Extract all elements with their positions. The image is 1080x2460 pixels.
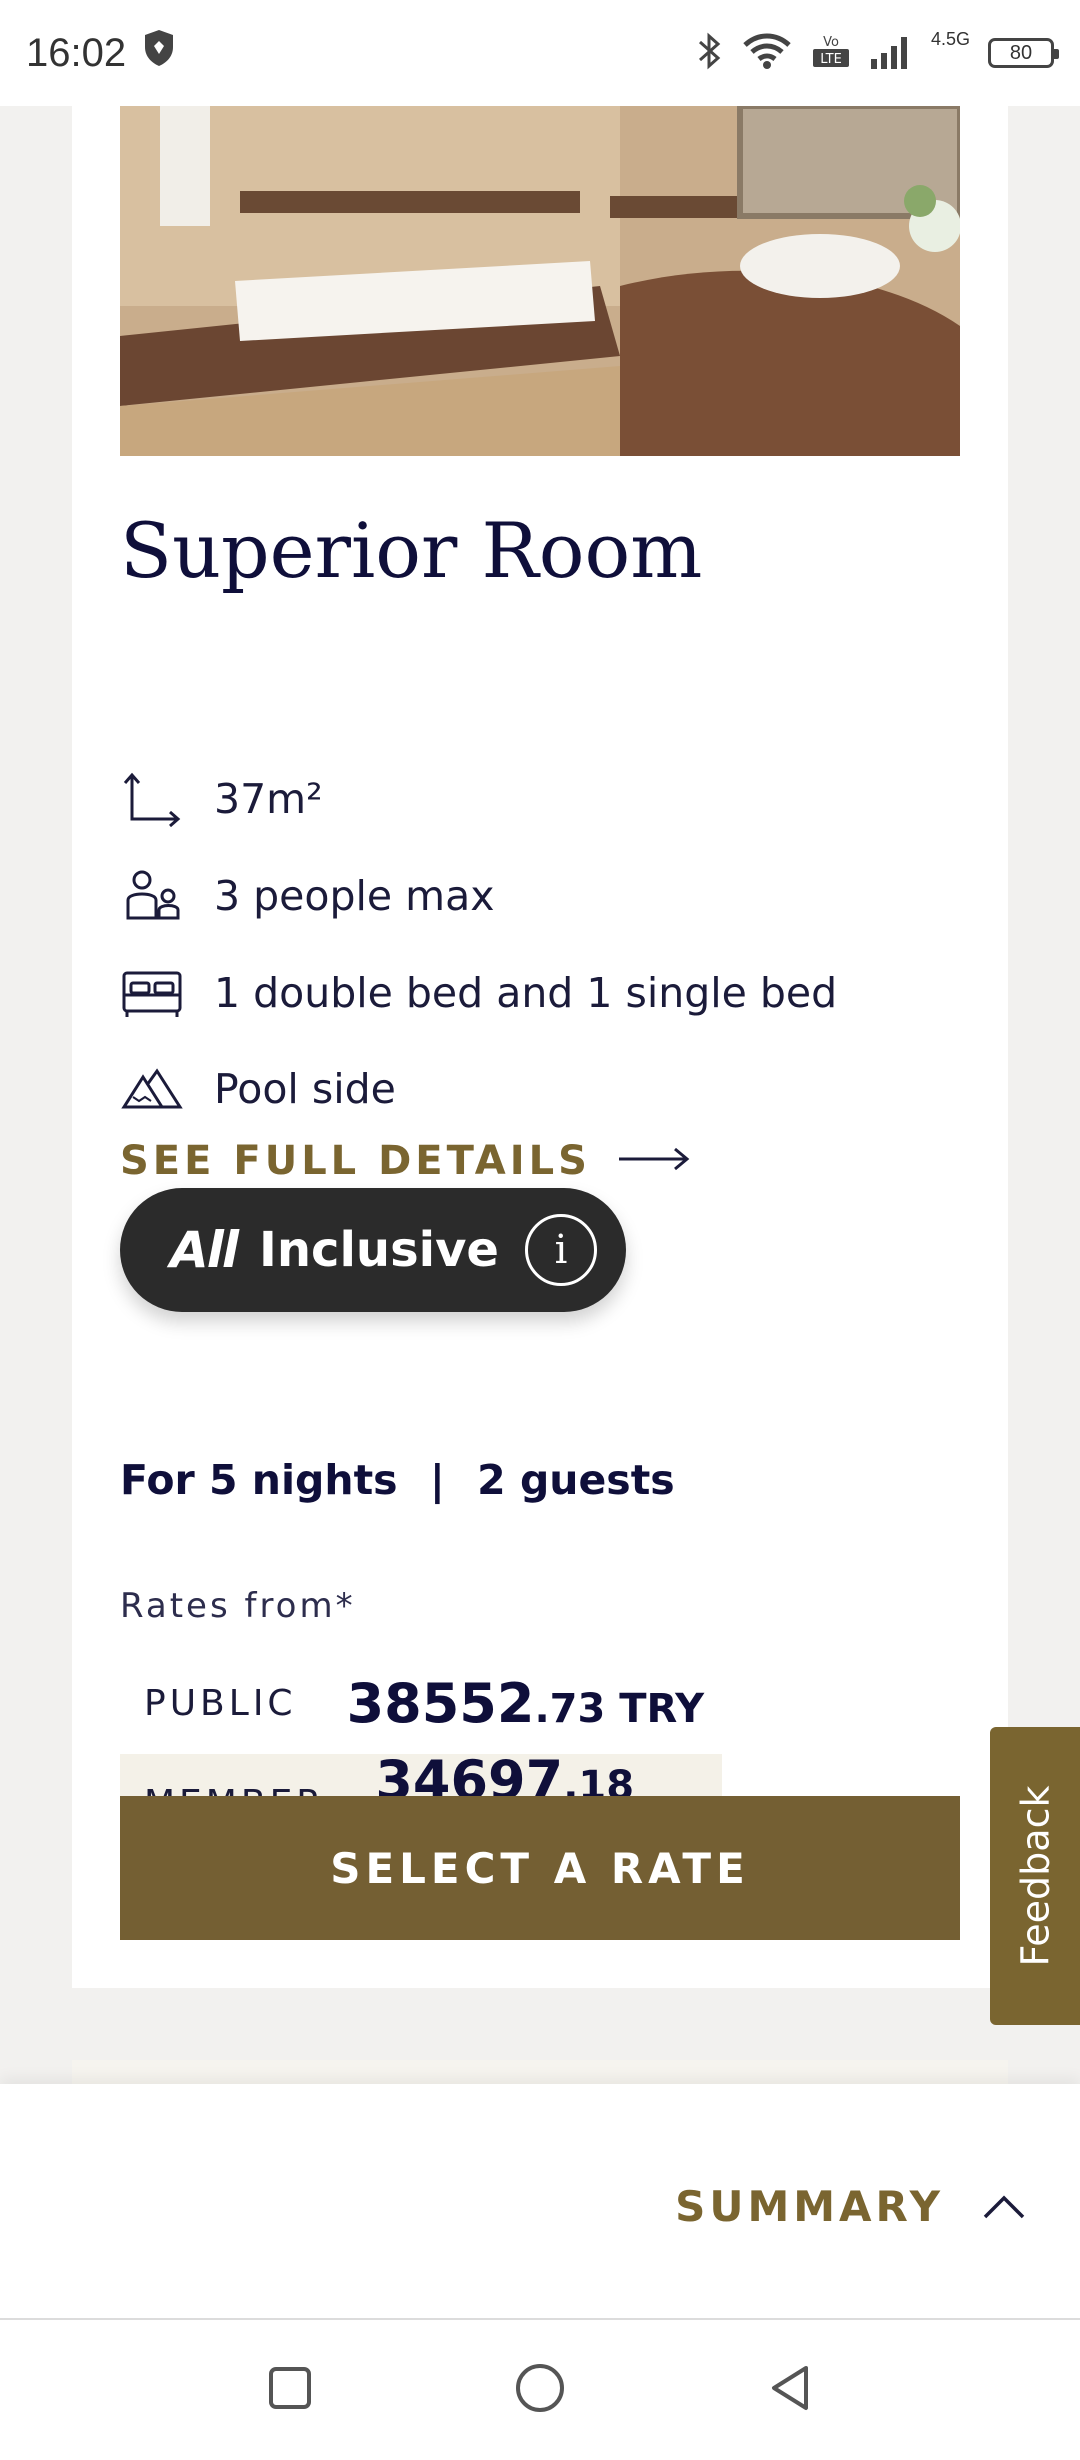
feature-beds-text: 1 double bed and 1 single bed: [214, 969, 838, 1017]
battery-icon: 80: [988, 38, 1059, 68]
arrow-right-icon: [617, 1138, 691, 1184]
public-rate-row: PUBLIC 38552.73 TRY: [120, 1654, 720, 1752]
all-inclusive-badge[interactable]: All Inclusive i: [120, 1188, 626, 1312]
home-icon[interactable]: [514, 2362, 566, 2418]
room-photo: [120, 106, 960, 456]
summary-toggle[interactable]: SUMMARY: [675, 2182, 1026, 2231]
feature-capacity: 3 people max: [120, 861, 494, 931]
feature-capacity-text: 3 people max: [214, 872, 495, 920]
mountain-view-icon: [120, 1057, 184, 1121]
wifi-icon: [741, 31, 793, 76]
select-rate-button[interactable]: SELECT A RATE: [120, 1796, 960, 1940]
public-rate-price: 38552.73 TRY: [347, 1672, 705, 1735]
public-rate-decimal: .73 TRY: [534, 1685, 705, 1732]
area-icon: [120, 767, 184, 831]
info-icon[interactable]: i: [524, 1214, 597, 1286]
nights-text: For 5 nights: [120, 1456, 398, 1504]
stay-info: For 5 nights | 2 guests: [120, 1456, 675, 1504]
all-inclusive-label: Inclusive: [258, 1222, 499, 1278]
room-title: Superior Room: [120, 506, 703, 595]
bluetooth-icon: [697, 31, 723, 76]
summary-bar: SUMMARY: [0, 2084, 1080, 2320]
system-nav-bar: [0, 2320, 1080, 2460]
bed-icon: [120, 961, 184, 1025]
shield-icon: [142, 28, 176, 78]
see-full-details-link[interactable]: SEE FULL DETAILS: [120, 1138, 691, 1184]
public-rate-whole: 38552: [346, 1671, 535, 1735]
people-icon: [120, 864, 184, 928]
recents-icon[interactable]: [266, 2364, 314, 2416]
signal-icon: [869, 31, 913, 76]
feature-area-text: 37m²: [214, 775, 323, 823]
feature-beds: 1 double bed and 1 single bed: [120, 958, 837, 1028]
status-bar: 16:02 LTE Vo 4.5G 80: [0, 0, 1080, 106]
volte-icon: LTE Vo: [811, 31, 851, 76]
back-icon[interactable]: [766, 2362, 814, 2418]
svg-text:Vo: Vo: [823, 35, 839, 50]
status-left: 16:02: [26, 28, 176, 78]
feature-view: Pool side: [120, 1054, 396, 1124]
summary-label: SUMMARY: [675, 2182, 944, 2231]
feedback-tab[interactable]: Feedback: [990, 1727, 1080, 2025]
feedback-label: Feedback: [1013, 1785, 1057, 1967]
chevron-up-icon: [982, 2182, 1026, 2231]
rates-from-label: Rates from*: [120, 1586, 356, 1626]
see-full-details-label: SEE FULL DETAILS: [120, 1138, 591, 1184]
svg-text:LTE: LTE: [820, 52, 842, 67]
feature-area: 37m²: [120, 764, 323, 834]
status-right: LTE Vo 4.5G 80: [697, 28, 1059, 76]
network-type: 4.5G: [930, 28, 970, 49]
feature-view-text: Pool side: [214, 1065, 396, 1113]
stay-separator: |: [429, 1456, 445, 1504]
all-logo: All: [170, 1221, 239, 1279]
public-rate-label: PUBLIC: [144, 1682, 297, 1724]
status-time: 16:02: [26, 30, 127, 75]
guests-text: 2 guests: [477, 1456, 675, 1504]
room-card: Superior Room 37m² 3 people max 1 double…: [72, 106, 1008, 1988]
